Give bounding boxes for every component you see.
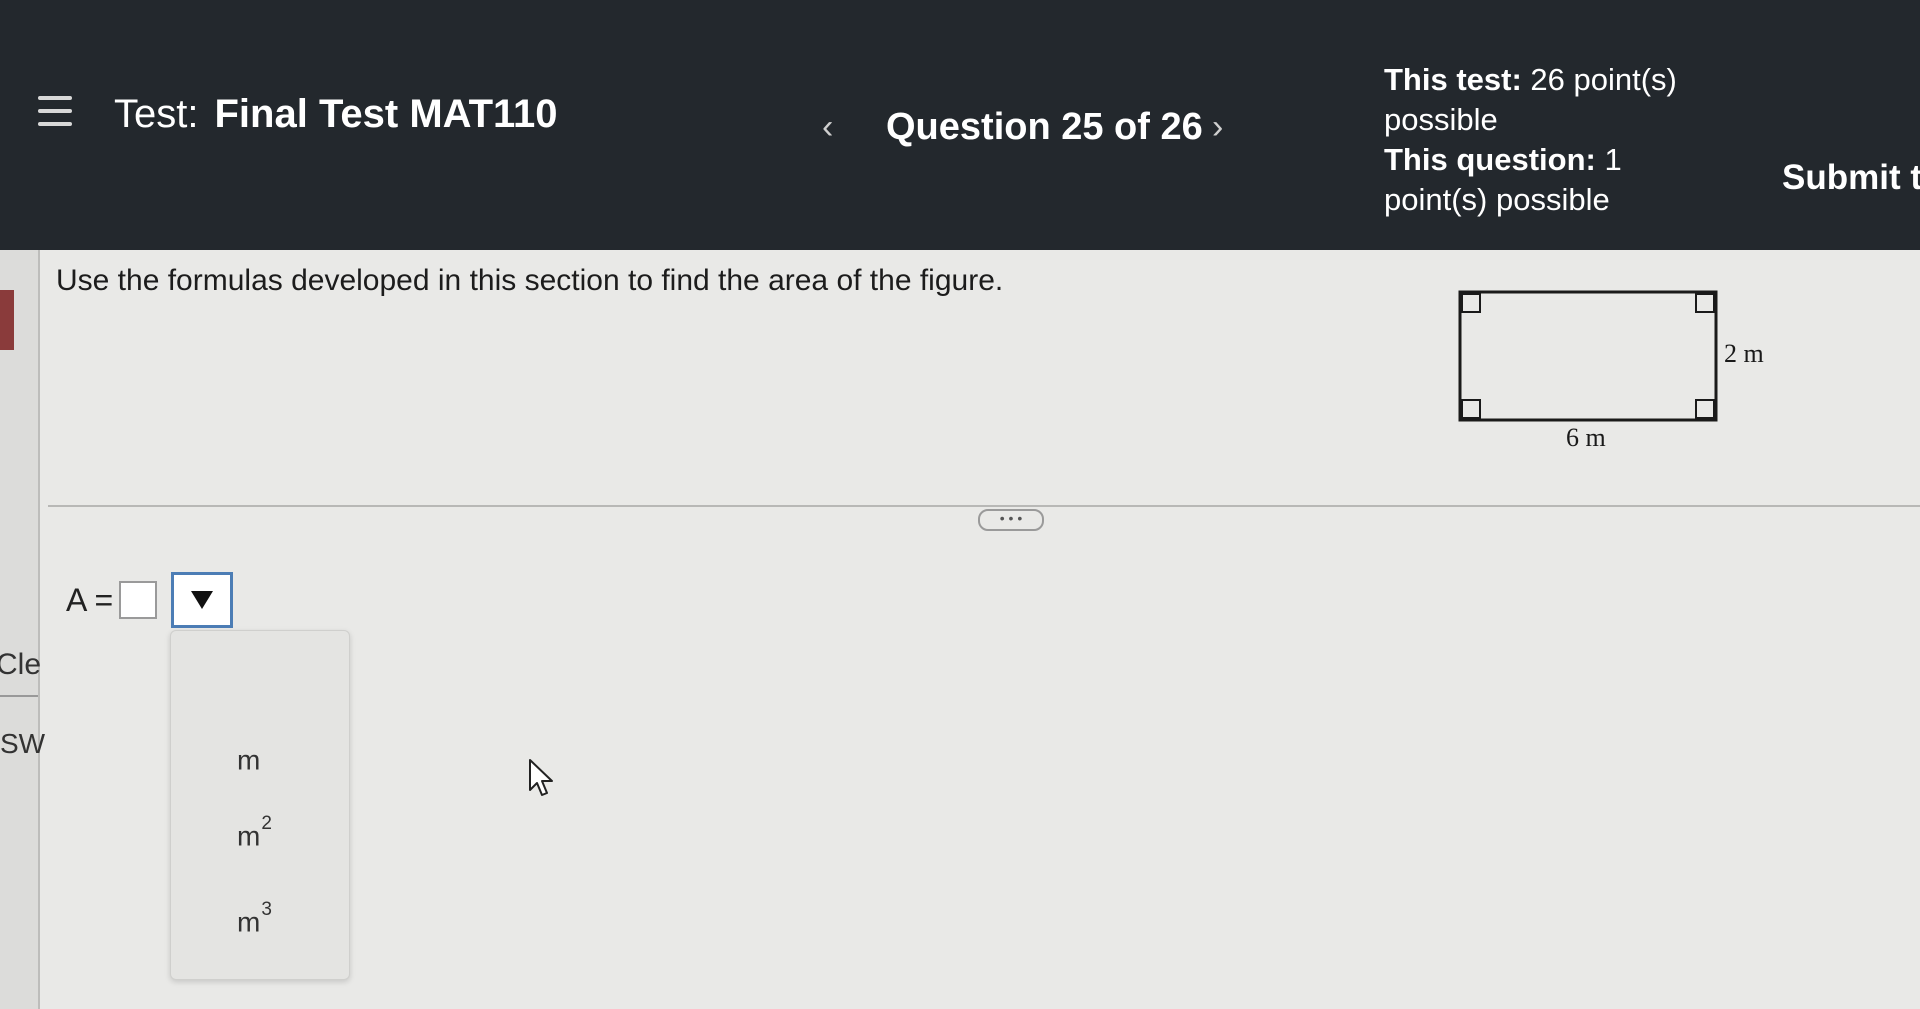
- points-info: This test: 26 point(s) possible This que…: [1384, 60, 1684, 220]
- rectangle-shape: [1458, 290, 1718, 422]
- right-angle-marker: [1695, 399, 1715, 419]
- question-counter[interactable]: Question 25 of 26: [886, 106, 1203, 149]
- test-header: Test: Final Test MAT110 ‹ Question 25 of …: [0, 0, 1920, 250]
- section-divider: [48, 505, 1920, 507]
- expand-handle[interactable]: • • •: [978, 509, 1044, 531]
- unit-options-list: m m2 m3: [170, 630, 350, 980]
- side-divider: [0, 695, 38, 697]
- height-label: 2 m: [1724, 339, 1764, 368]
- right-angle-marker: [1695, 293, 1715, 313]
- show-work-button[interactable]: SW: [0, 728, 45, 760]
- unit-option-m3[interactable]: m3: [237, 899, 272, 938]
- right-angle-marker: [1461, 399, 1481, 419]
- test-name: Final Test MAT110: [214, 92, 558, 136]
- hamburger-icon[interactable]: [38, 96, 72, 126]
- side-accent: [0, 290, 14, 350]
- mouse-pointer-icon: [528, 758, 556, 803]
- submit-test-button[interactable]: Submit te: [1782, 158, 1920, 198]
- this-question-label: This question:: [1384, 142, 1596, 177]
- test-title: Test: Final Test MAT110: [114, 92, 558, 137]
- rectangle-figure: 2 m 6 m: [1450, 280, 1790, 465]
- next-question-button[interactable]: ›: [1212, 108, 1223, 147]
- width-label: 6 m: [1566, 423, 1606, 452]
- answer-label: A =: [66, 581, 114, 618]
- area-input[interactable]: [119, 581, 158, 619]
- unit-dropdown[interactable]: [171, 572, 234, 628]
- test-title-prefix: Test:: [114, 92, 199, 136]
- dropdown-arrow-icon: [191, 591, 214, 609]
- right-angle-marker: [1461, 293, 1481, 313]
- unit-option-m[interactable]: m: [237, 743, 261, 776]
- left-side-panel: Cle SW: [0, 250, 45, 1009]
- clear-all-button[interactable]: Cle: [0, 648, 41, 682]
- unit-option-m2[interactable]: m2: [237, 813, 272, 852]
- this-test-label: This test:: [1384, 62, 1522, 97]
- question-prompt: Use the formulas developed in this secti…: [56, 264, 1004, 297]
- previous-question-button[interactable]: ‹: [822, 108, 833, 147]
- answer-row: A =: [66, 572, 234, 628]
- rectangle-diagram: 2 m 6 m: [1458, 290, 1764, 452]
